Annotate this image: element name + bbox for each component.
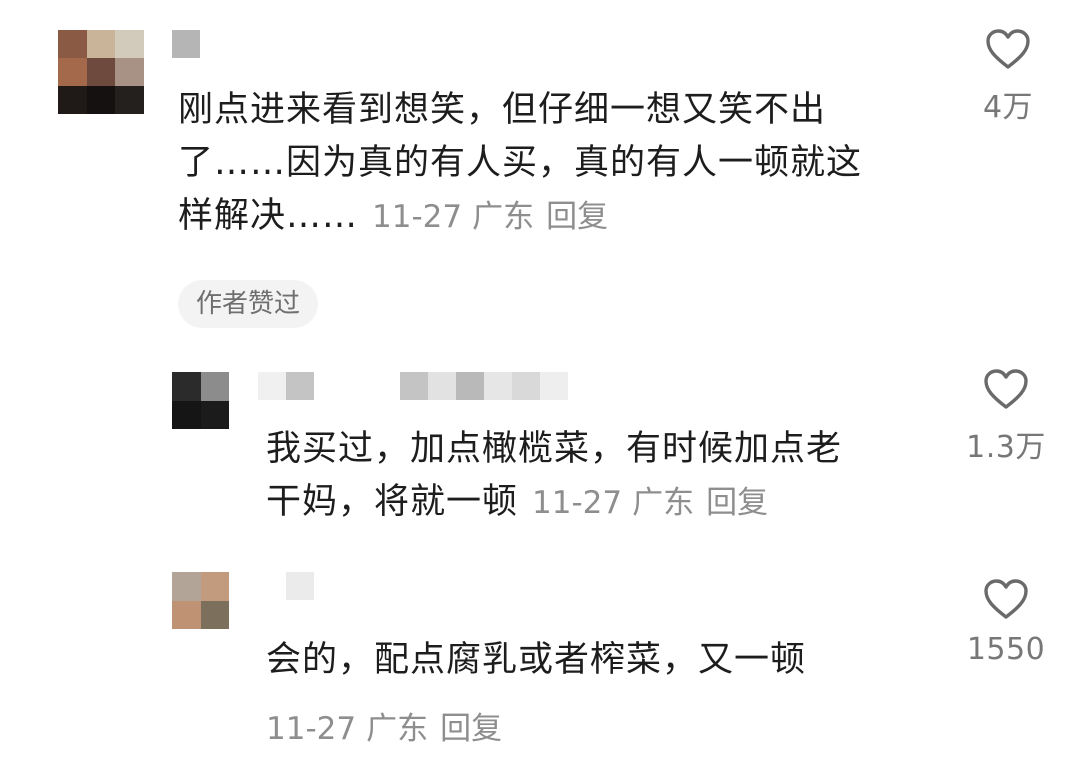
comment-list: 刚点进来看到想笑，但仔细一想又笑不出 了……因为真的有人买，真的有人一顿就这 样… bbox=[0, 0, 1080, 758]
reply-button[interactable]: 回复 bbox=[440, 711, 502, 747]
comment-text-end: 样解决…… bbox=[178, 196, 359, 236]
avatar[interactable] bbox=[58, 30, 144, 114]
comment-date: 11-27 bbox=[266, 711, 357, 747]
comment-body: 我买过，加点橄榄菜，有时候加点老 干妈，将就一顿 11-27 广东 回复 bbox=[266, 423, 842, 530]
comment-line: 刚点进来看到想笑，但仔细一想又笑不出 bbox=[178, 90, 827, 130]
like-count: 4万 bbox=[982, 90, 1034, 125]
comment-line: 会的，配点腐乳或者榨菜，又一顿 bbox=[266, 640, 807, 680]
reply-button[interactable]: 回复 bbox=[546, 199, 608, 235]
comment-location: 广东 bbox=[632, 485, 695, 521]
author-liked-badge: 作者赞过 bbox=[178, 280, 319, 328]
comment-date: 11-27 bbox=[372, 199, 463, 235]
comment-meta: 11-27 广东 回复 bbox=[266, 703, 502, 748]
comment-line: 我买过，加点橄榄菜，有时候加点老 bbox=[266, 429, 843, 469]
like-count: 1550 bbox=[966, 632, 1046, 667]
comment-body: 会的，配点腐乳或者榨菜，又一顿 bbox=[266, 634, 806, 687]
heart-outline-icon bbox=[984, 579, 1028, 619]
like-button[interactable]: 4万 bbox=[968, 28, 1048, 126]
comment-location: 广东 bbox=[472, 199, 535, 235]
comment-date: 11-27 bbox=[532, 485, 623, 521]
avatar[interactable] bbox=[172, 372, 229, 429]
like-button[interactable]: 1550 bbox=[966, 578, 1046, 667]
heart-outline-icon bbox=[984, 369, 1028, 409]
comment-line-last: 干妈，将就一顿 11-27 广东 回复 bbox=[266, 476, 842, 530]
reply-button[interactable]: 回复 bbox=[706, 485, 768, 521]
username-mosaic[interactable] bbox=[286, 572, 314, 600]
like-button[interactable]: 1.3万 bbox=[966, 368, 1046, 466]
heart-outline-icon bbox=[986, 29, 1030, 69]
comment-meta: 11-27 广东 回复 bbox=[372, 199, 608, 235]
comment-meta: 11-27 广东 回复 bbox=[532, 485, 768, 521]
like-count: 1.3万 bbox=[966, 430, 1046, 465]
avatar[interactable] bbox=[172, 572, 229, 629]
username-mosaic[interactable] bbox=[172, 30, 200, 58]
comment-body: 刚点进来看到想笑，但仔细一想又笑不出 了……因为真的有人买，真的有人一顿就这 样… bbox=[178, 84, 862, 244]
comment-location: 广东 bbox=[366, 711, 429, 747]
username-mosaic[interactable] bbox=[258, 372, 314, 400]
comment-line-last: 样解决…… 11-27 广东 回复 bbox=[178, 190, 862, 244]
comment-line: 了……因为真的有人买，真的有人一顿就这 bbox=[178, 143, 863, 183]
reply-target-mosaic[interactable] bbox=[400, 372, 568, 400]
comment-text-end: 干妈，将就一顿 bbox=[266, 482, 519, 522]
